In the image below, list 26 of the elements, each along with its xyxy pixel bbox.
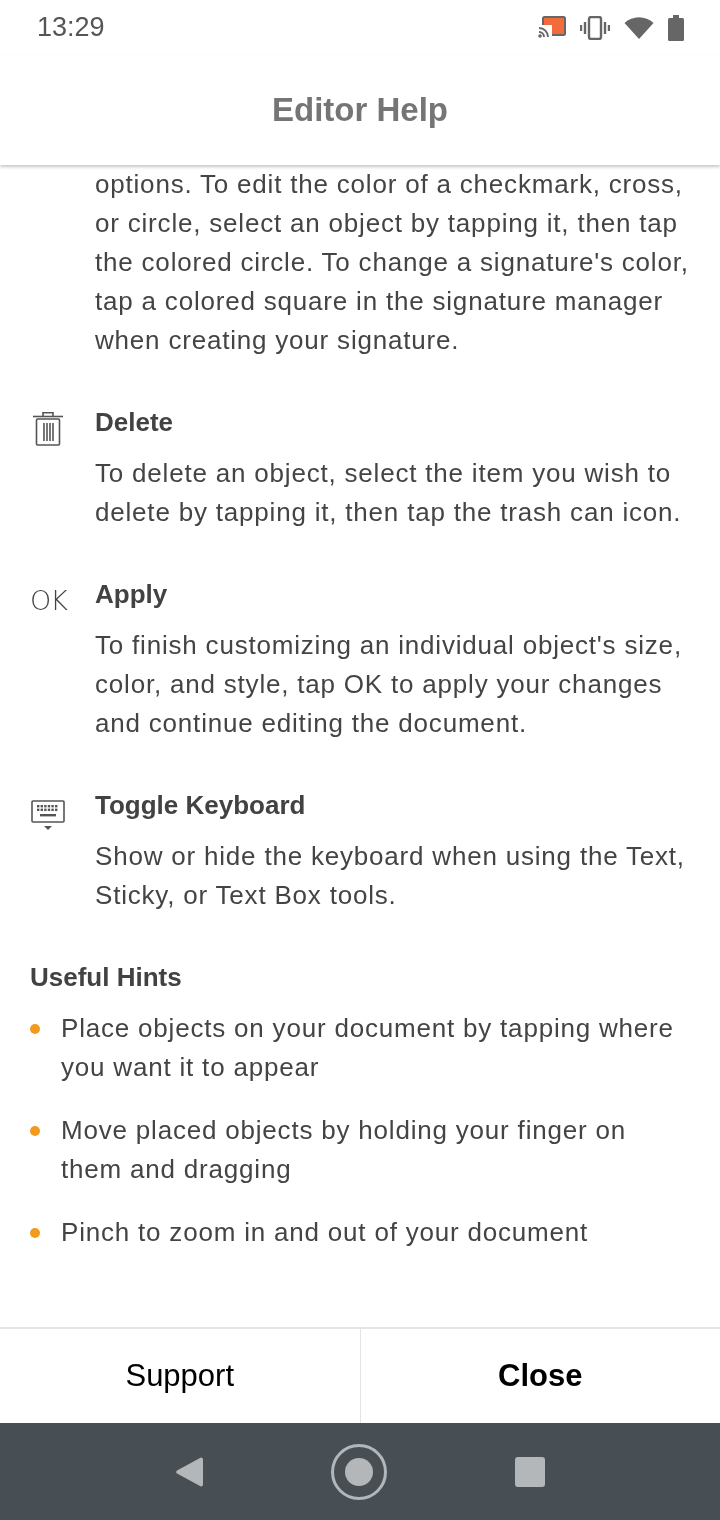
trash-icon (33, 411, 63, 446)
hint-text: Pinch to zoom in and out of your document (61, 1216, 589, 1249)
bullet-icon (30, 1024, 40, 1034)
page-title: Editor Help (272, 91, 448, 129)
section-heading: Useful Hints (30, 961, 183, 994)
bullet-icon (30, 1126, 40, 1136)
back-icon[interactable] (175, 1456, 203, 1487)
home-icon[interactable] (331, 1443, 387, 1500)
section-text: To finish customizing an individual object's size, color, and style, tap OK to apply your changes and continue editing the document. (95, 629, 683, 740)
section-heading: Apply (95, 578, 169, 611)
section-text: To delete an object, select the item you wish to delete by tapping it, then tap the trash can icon. (95, 457, 683, 529)
bullet-icon (30, 1228, 40, 1238)
section-text: Show or hide the keyboard when using the Text, Sticky, or Text Box tools. (95, 840, 686, 912)
vibrate-icon (580, 15, 610, 40)
section-heading: Toggle Keyboard (95, 789, 307, 822)
hint-text: Place objects on your document by tapping where you want it to appear (61, 1012, 675, 1084)
section-text: options. To edit the color of a checkmark, cross, or circle, select an object by tapping it, then tap the colored circle. To change a signature's color, tap a colored square in the signature manager when creating your signature. (95, 168, 690, 357)
hint-text: Move placed objects by holding your finger on them and dragging (61, 1114, 627, 1186)
keyboard-icon (31, 800, 65, 831)
cast-icon (538, 16, 566, 39)
status-time: 13:29 (37, 12, 105, 43)
recents-icon[interactable] (515, 1456, 545, 1487)
ok-icon: OK (30, 581, 67, 620)
battery-icon (668, 14, 684, 41)
wifi-icon (624, 16, 654, 39)
section-heading: Delete (95, 406, 175, 439)
